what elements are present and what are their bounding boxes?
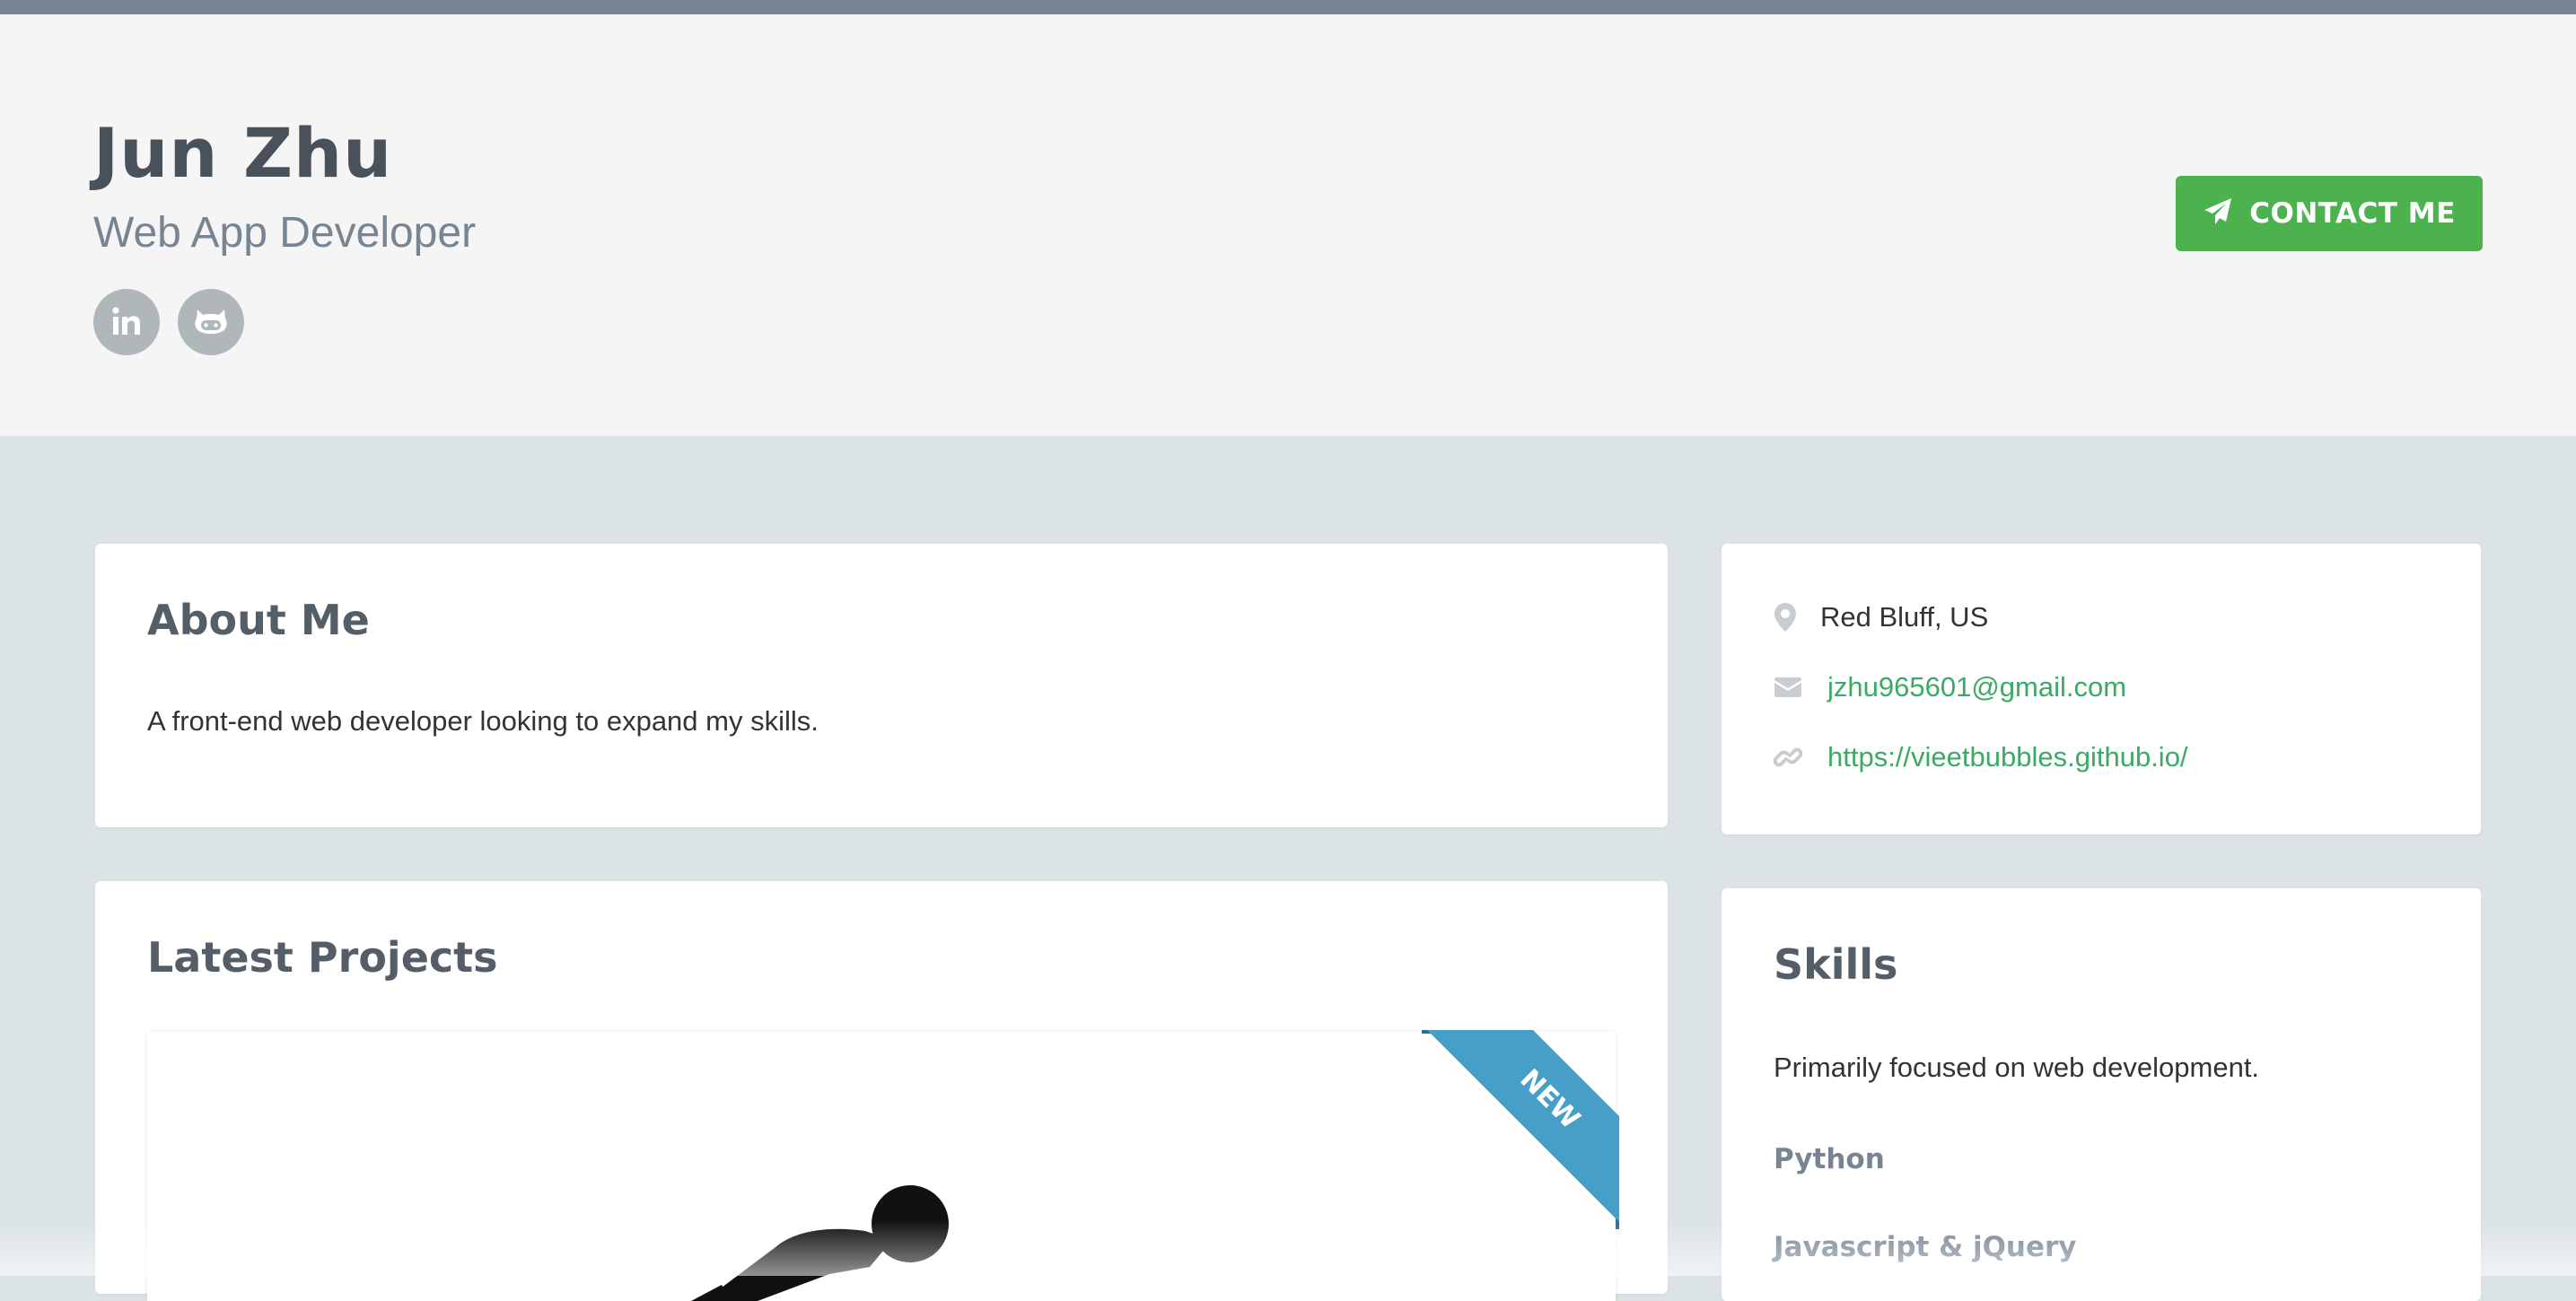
latest-projects-card: Latest Projects NEW (95, 881, 1668, 1301)
skills-intro: Primarily focused on web development. (1774, 1052, 2260, 1083)
profile-header: Jun Zhu Web App Developer CONTACT ME (0, 14, 2576, 436)
project-thumbnail (691, 1185, 949, 1301)
paper-plane-icon (2203, 196, 2233, 231)
github-link[interactable] (178, 289, 244, 355)
about-text: A front-end web developer looking to exp… (147, 705, 819, 737)
email-row: jzhu965601@gmail.com (1774, 671, 2126, 703)
website-row: https://vieetbubbles.github.io/ (1774, 741, 2188, 773)
location-row: Red Bluff, US (1774, 601, 1988, 633)
about-title: About Me (147, 596, 370, 644)
linkedin-link[interactable] (93, 289, 160, 355)
profile-tagline: Web App Developer (93, 209, 477, 257)
map-marker-icon (1774, 602, 1817, 633)
contact-me-button[interactable]: CONTACT ME (2176, 176, 2483, 251)
skills-title: Skills (1774, 940, 1898, 989)
new-ribbon: NEW (1422, 1030, 1619, 1229)
contact-me-label: CONTACT ME (2249, 197, 2456, 230)
top-stripe (0, 0, 2576, 14)
linkedin-icon (109, 304, 145, 340)
latest-projects-title: Latest Projects (147, 933, 498, 982)
envelope-icon (1774, 677, 1817, 698)
about-card: About Me A front-end web developer looki… (95, 544, 1668, 827)
location-text: Red Bluff, US (1820, 601, 1989, 633)
github-icon (192, 304, 230, 340)
website-link[interactable]: https://vieetbubbles.github.io/ (1827, 741, 2188, 773)
info-card: Red Bluff, US jzhu965601@gmail.com https… (1722, 544, 2481, 834)
link-icon (1774, 743, 1817, 772)
skill-name: Python (1774, 1143, 1885, 1175)
skill-name: Javascript & jQuery (1774, 1231, 2077, 1263)
profile-name: Jun Zhu (93, 113, 393, 193)
email-link[interactable]: jzhu965601@gmail.com (1827, 671, 2126, 703)
project-item[interactable] (147, 1032, 1616, 1301)
skills-card: Skills Primarily focused on web developm… (1722, 888, 2481, 1301)
